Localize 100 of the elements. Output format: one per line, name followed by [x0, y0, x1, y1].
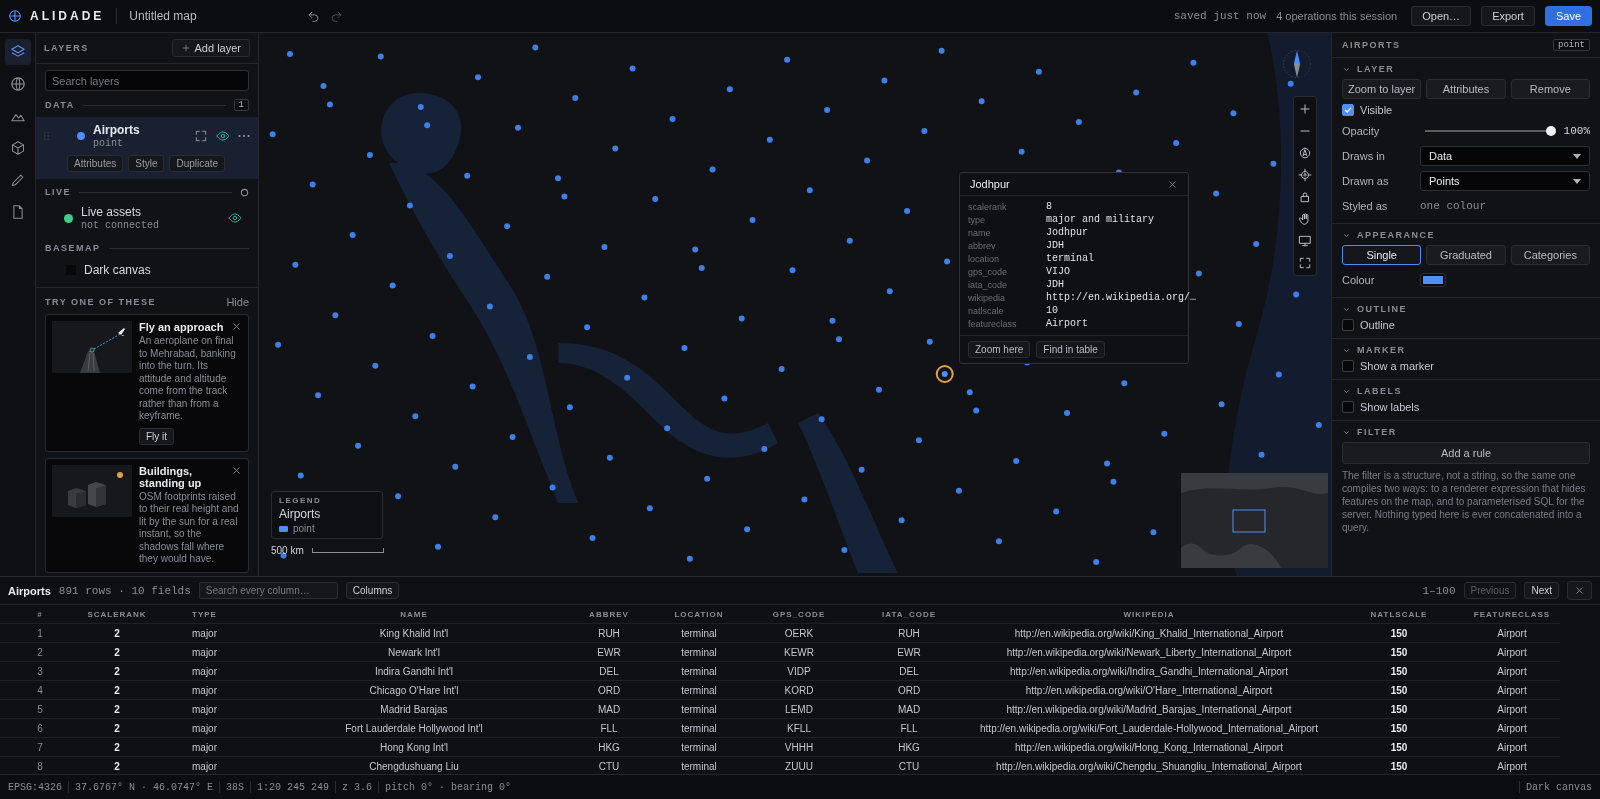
crosshair-icon[interactable] — [1298, 168, 1312, 182]
table-cell-text: EWR — [896, 646, 922, 658]
field-label: Drawn as — [1342, 175, 1390, 187]
table-cell-text: 2 — [113, 627, 121, 639]
table-cell-text: Airport — [1496, 646, 1528, 658]
add-layer-button[interactable]: Add layer — [171, 39, 250, 57]
checkbox[interactable] — [1342, 360, 1354, 372]
section-label: LAYER — [1357, 64, 1395, 74]
popup-button[interactable]: Zoom here — [968, 341, 1031, 358]
columns-button[interactable]: Columns — [345, 582, 400, 599]
add-rule-button[interactable]: Add a rule — [1342, 442, 1590, 464]
table-cell-text: Airport — [1496, 741, 1528, 753]
status-item: 1:20 245 249 — [257, 781, 330, 793]
hand-icon[interactable] — [1298, 212, 1312, 226]
table-cell-text: 4 — [36, 684, 44, 696]
checkbox-label: Show a marker — [1360, 360, 1434, 372]
checkbox-label: Outline — [1360, 319, 1395, 331]
fullscreen-icon[interactable] — [1298, 256, 1312, 270]
column-header[interactable]: GPS_CODE — [744, 609, 854, 619]
fit-bounds-icon[interactable] — [194, 129, 208, 143]
column-header[interactable]: NAME — [264, 609, 564, 619]
column-header[interactable]: ABBREV — [564, 609, 654, 619]
status-item: z 3.6 — [342, 781, 373, 793]
table-cell-text: CTU — [597, 760, 621, 772]
column-header[interactable]: FEATURECLASS — [1464, 609, 1560, 619]
table-cell-text: ORD — [596, 684, 622, 696]
field-key: gps_code — [968, 266, 1046, 278]
page-range: 1–100 — [1422, 584, 1456, 597]
table-cell-text: 2 — [113, 703, 121, 715]
table-cell-text: 2 — [113, 741, 121, 753]
compass-icon[interactable] — [1298, 146, 1312, 160]
close-icon[interactable] — [1167, 178, 1178, 190]
layer-button[interactable]: Remove — [1510, 79, 1590, 99]
table-cell-text: LEMD — [784, 703, 814, 715]
table-cell-text: MAD — [896, 703, 922, 715]
column-header[interactable]: TYPE — [154, 609, 264, 619]
table-title: Airports — [8, 584, 51, 597]
status-item: 37.6767° N · 46.0747° E — [75, 781, 214, 793]
column-header[interactable]: NATLSCALE — [1334, 609, 1464, 619]
save-status: saved just now — [1173, 10, 1267, 22]
style-mode-tab[interactable]: Categories — [1510, 245, 1590, 265]
visible-checkbox[interactable] — [1342, 104, 1354, 116]
table-cell-text: 2 — [113, 665, 121, 677]
layers-icon[interactable] — [4, 39, 31, 65]
topbar-button[interactable]: Export — [1481, 6, 1535, 26]
field-value: http://en.wikipedia.org/… — [1046, 292, 1197, 304]
slider-thumb[interactable] — [1545, 126, 1556, 136]
undo-icon[interactable] — [306, 9, 320, 23]
table-cell-text: RUH — [897, 627, 921, 639]
card-action-button[interactable]: Fly it — [139, 427, 175, 445]
hide-link[interactable]: Hide — [226, 296, 249, 308]
eye-icon[interactable] — [228, 211, 242, 225]
popup-button[interactable]: Find in table — [1036, 341, 1105, 358]
table-cell-text: 1 — [36, 627, 44, 639]
column-header[interactable]: LOCATION — [654, 609, 744, 619]
basemap-name[interactable]: Dark canvas — [84, 263, 151, 277]
lock-icon[interactable] — [1298, 190, 1312, 204]
table-search-field[interactable]: Search every column… — [198, 582, 338, 599]
column-header[interactable]: WIKIPEDIA — [964, 609, 1334, 619]
column-header[interactable]: SCALERANK — [80, 609, 154, 619]
layer-button[interactable]: Zoom to layer — [1342, 79, 1422, 99]
layer-action-button[interactable]: Style — [128, 155, 165, 172]
topbar-button[interactable]: Save — [1544, 6, 1592, 26]
drawn-as-dropdown[interactable]: Points — [1420, 171, 1590, 191]
layer-action-button[interactable]: Attributes — [67, 155, 124, 172]
inspector-title: AIRPORTS — [1342, 40, 1401, 50]
table-cell-text: major — [191, 665, 218, 677]
table-cell-text: 8 — [36, 760, 44, 772]
caret-icon — [1573, 178, 1581, 184]
table-cell-text: 150 — [1389, 722, 1409, 734]
draws-in-dropdown[interactable]: Data — [1420, 146, 1590, 166]
monitor-icon[interactable] — [1298, 234, 1312, 248]
eye-icon[interactable] — [216, 129, 230, 143]
checkbox[interactable] — [1342, 401, 1354, 413]
table-cell-text: 5 — [36, 703, 44, 715]
close-icon[interactable] — [231, 464, 242, 476]
layer-geometry: point — [93, 138, 124, 149]
map-title[interactable]: Untitled map — [129, 9, 197, 23]
table-cell-text: http://en.wikipedia.org/wiki/Chengdu_Shuangliu_International_Airport — [995, 760, 1303, 772]
column-header[interactable]: IATA_CODE — [854, 609, 964, 619]
search-layers-field[interactable]: Search layers — [45, 70, 249, 91]
layer-action-button[interactable]: Duplicate — [169, 155, 226, 172]
drag-handle-icon[interactable] — [44, 132, 49, 140]
table-cell-text: http://en.wikipedia.org/wiki/Madrid_Barajas_International_Airport — [1005, 703, 1293, 715]
close-icon[interactable] — [231, 321, 242, 332]
field-value: JDH — [1046, 279, 1065, 291]
field-key: abbrev — [968, 240, 1046, 252]
topbar-button[interactable]: Open… — [1411, 6, 1472, 26]
zoom-in-icon[interactable] — [1298, 102, 1312, 116]
table-cell-text: terminal — [680, 646, 718, 658]
style-mode-tab[interactable]: Graduated — [1426, 245, 1506, 265]
layer-button[interactable]: Attributes — [1426, 79, 1506, 99]
style-mode-tab[interactable]: Single — [1342, 245, 1422, 265]
more-icon[interactable] — [238, 134, 250, 138]
layer-item[interactable]: Airports point Attributes Style Duplicate — [36, 117, 258, 179]
checkbox[interactable] — [1342, 319, 1354, 331]
next-button[interactable]: Next — [1524, 582, 1559, 599]
table-cell-text: http://en.wikipedia.org/wiki/King_Khalid_International_Airport — [1013, 627, 1285, 639]
column-header[interactable]: # — [0, 609, 80, 619]
field-label: Opacity — [1342, 125, 1381, 137]
